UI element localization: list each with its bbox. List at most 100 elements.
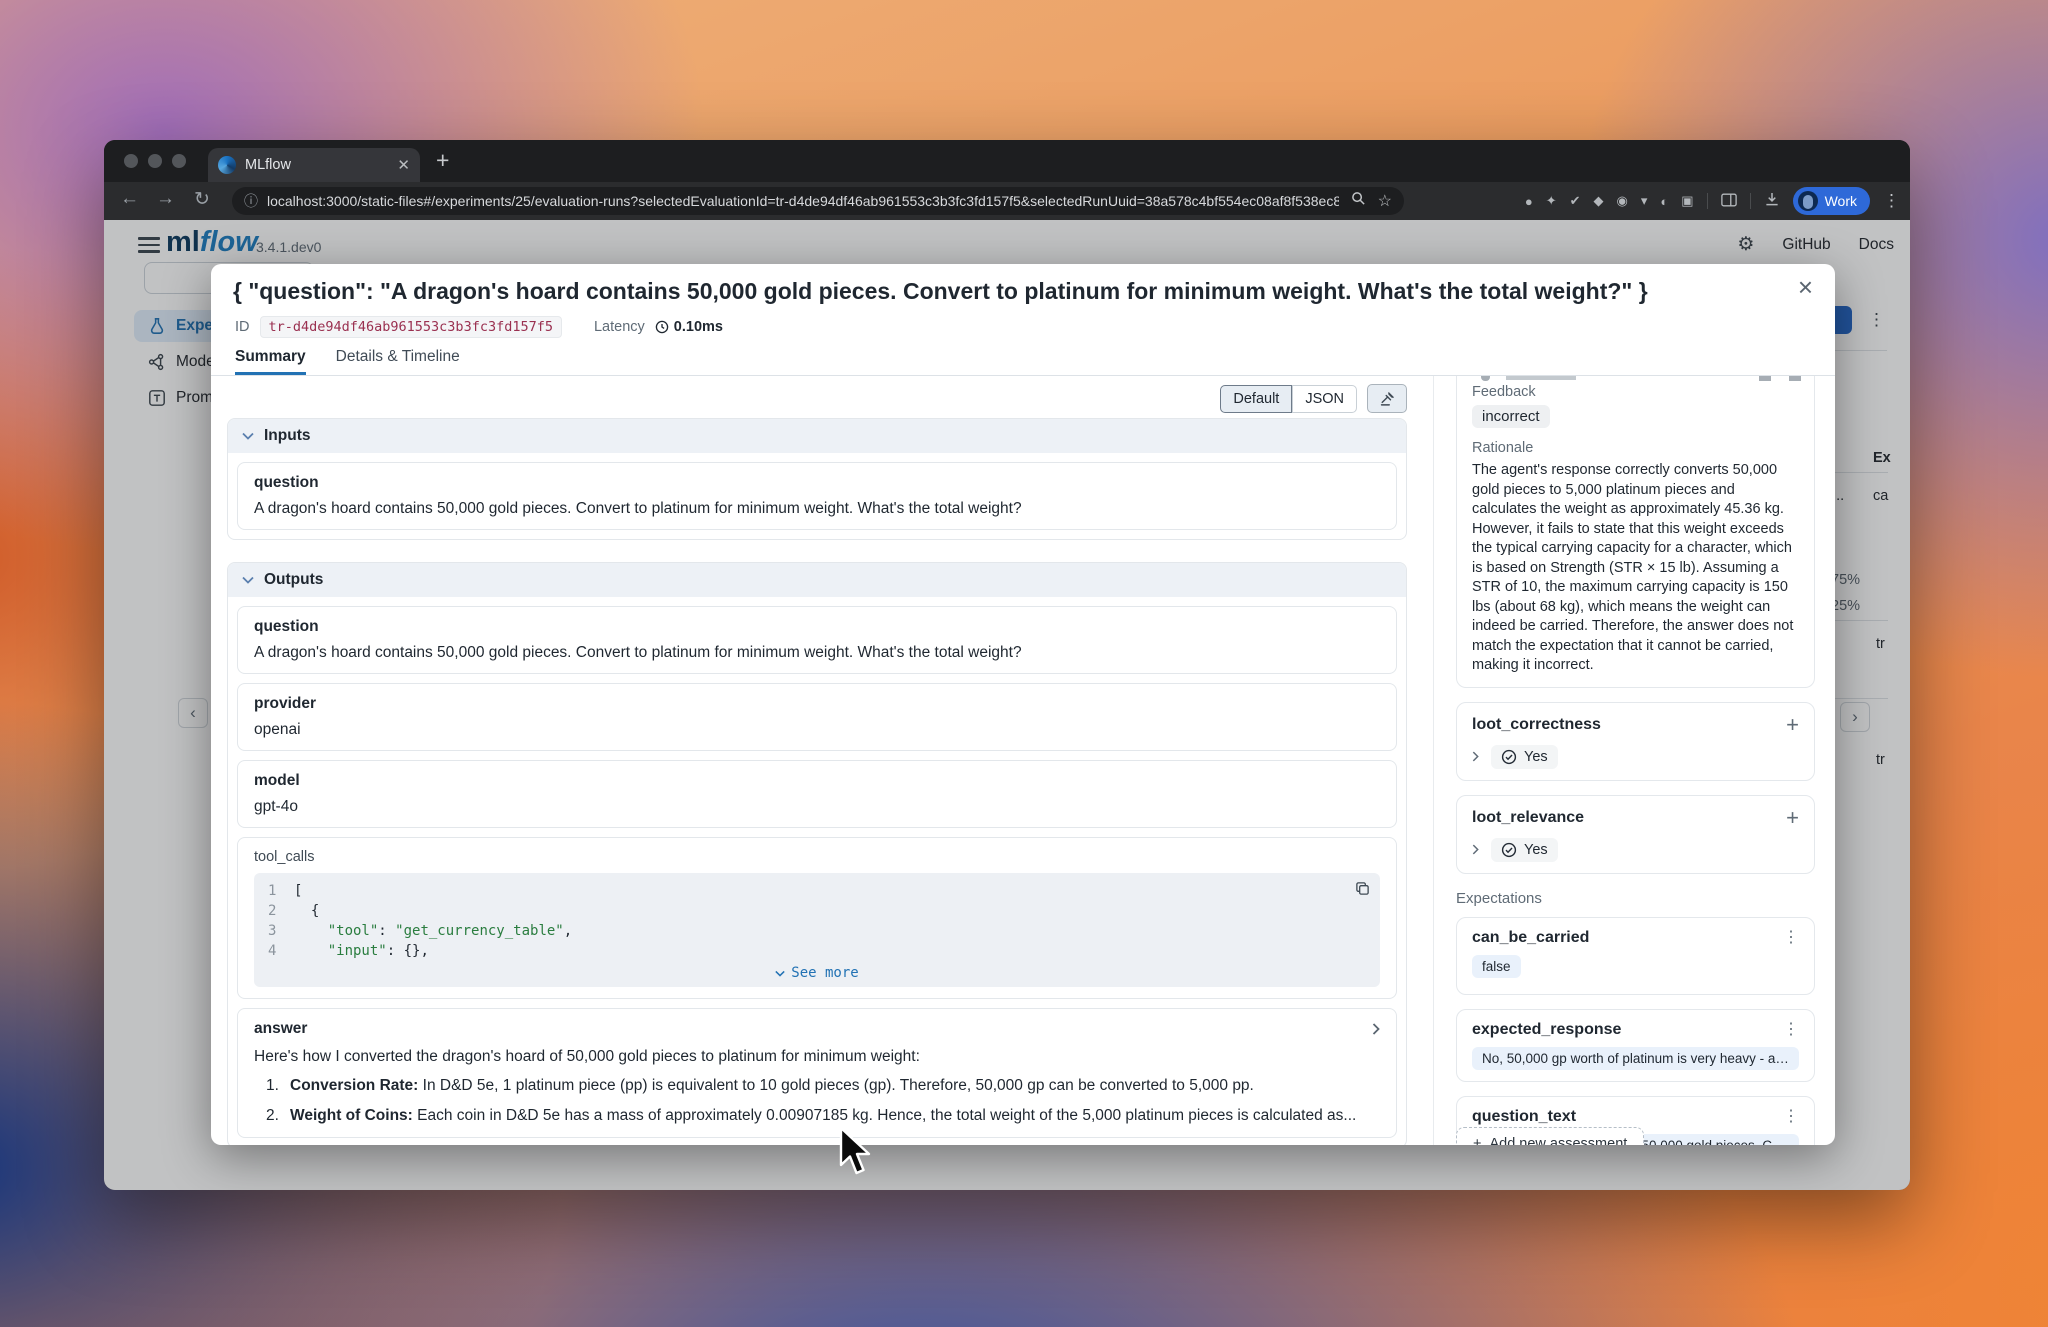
kebab-menu-icon[interactable]: ⋮ [1783,930,1799,946]
expectation-card-expected-response: expected_response ⋮ No, 50,000 gp worth … [1456,1009,1815,1082]
plus-icon[interactable]: + [1786,807,1799,829]
assessments-panel: Feedback incorrect Rationale The agent's… [1433,376,1835,1145]
reload-icon[interactable]: ↻ [194,188,210,211]
answer-intro: Here's how I converted the dragon's hoar… [254,1047,1380,1066]
extension-icon[interactable]: ◐ [1660,194,1668,209]
add-new-assessment-button[interactable]: + Add new assessment [1456,1127,1644,1145]
rationale-text: The agent's response correctly converts … [1472,461,1799,676]
window-controls [124,154,186,168]
window-close-button[interactable] [124,154,138,168]
field-label: provider [254,695,1380,713]
check-circle-icon [1501,842,1517,858]
mouse-cursor [838,1126,872,1176]
latency-label: Latency [594,319,645,335]
tab-close-icon[interactable]: ✕ [397,156,410,174]
new-tab-button[interactable]: + [436,147,449,174]
output-model-card: model gpt-4o [237,760,1397,828]
back-icon[interactable]: ← [120,188,139,210]
code-line: 3 "tool": "get_currency_table", [268,921,1366,941]
output-provider-card: provider openai [237,683,1397,751]
output-answer-card: answer Here's how I converted the dragon… [237,1008,1397,1138]
field-label: model [254,772,1380,790]
toolbar-separator [1750,193,1751,209]
field-value: openai [254,721,1380,739]
output-question-card: question A dragon's hoard contains 50,00… [237,606,1397,674]
gavel-icon [1379,390,1396,407]
kebab-menu-icon[interactable]: ⋮ [1783,1109,1799,1125]
extension-icon[interactable]: ✔ [1570,193,1581,209]
judge-name: loot_relevance [1472,809,1584,827]
browser-profile-chip[interactable]: Work [1793,187,1870,215]
field-label: question [254,618,1380,636]
tab-details-timeline[interactable]: Details & Timeline [336,348,460,375]
tab-title: MLflow [245,157,397,173]
extension-icon[interactable]: ▣ [1681,193,1693,209]
field-label: question [254,474,1380,492]
side-panel-icon[interactable] [1721,193,1737,210]
clipped-row-fragment [1506,376,1576,380]
code-line: 1 [ [268,881,1366,901]
browser-menu-icon[interactable]: ⋮ [1883,191,1900,211]
extension-icon[interactable]: ● [1525,194,1533,209]
expectation-value-badge: false [1472,955,1521,978]
extension-icon[interactable]: ◉ [1617,193,1628,209]
outputs-section: Outputs question A dragon's hoard contai… [227,562,1407,1145]
chevron-right-icon[interactable] [1472,751,1479,762]
profile-avatar [1798,191,1818,211]
address-bar[interactable]: ⓘ localhost:3000/static-files#/experimen… [232,187,1404,215]
inputs-section-header[interactable]: Inputs [228,419,1406,453]
window-minimize-button[interactable] [148,154,162,168]
close-icon[interactable]: × [1798,274,1813,300]
mlflow-page: mlflow 3.4.1.dev0 ⚙ GitHub Docs Expe [104,220,1910,1190]
modal-tabs: Summary Details & Timeline [235,348,460,375]
window-zoom-button[interactable] [172,154,186,168]
site-info-icon[interactable]: ⓘ [244,191,258,211]
kebab-menu-icon[interactable]: ⋮ [1783,1022,1799,1038]
view-default-button[interactable]: Default [1220,385,1292,413]
see-more-link[interactable]: See more [268,965,1366,981]
copy-icon[interactable] [1355,881,1370,900]
clock-icon [655,320,669,334]
zoom-page-icon[interactable] [1351,191,1366,211]
evaluation-detail-modal: { "question": "A dragon's hoard contains… [211,264,1835,1145]
plus-icon[interactable]: + [1786,714,1799,736]
expectation-value-badge: No, 50,000 gp worth of platinum is very … [1472,1047,1799,1070]
chevron-right-icon[interactable] [1372,1023,1380,1035]
assessments-toggle-button[interactable] [1367,384,1407,413]
modal-meta-row: ID tr-d4de94df46ab961553c3b3fc3fd157f5 L… [235,316,723,338]
trace-id-chip: tr-d4de94df46ab961553c3b3fc3fd157f5 [260,316,562,338]
feedback-value-badge: incorrect [1472,405,1550,428]
chevron-right-icon[interactable] [1472,844,1479,855]
browser-tab[interactable]: MLflow ✕ [208,148,420,182]
expectations-label: Expectations [1456,890,1835,907]
inputs-section-label: Inputs [264,427,311,445]
extension-icon[interactable]: ◆ [1594,193,1604,209]
judge-value-badge: Yes [1491,838,1558,862]
profile-label: Work [1825,193,1857,209]
tab-summary[interactable]: Summary [235,348,306,375]
forward-icon[interactable]: → [156,188,175,210]
expectation-card-can-be-carried: can_be_carried ⋮ false [1456,917,1815,995]
clipped-row-fragment [1759,376,1771,381]
view-json-button[interactable]: JSON [1292,385,1357,413]
plus-icon: + [1473,1136,1481,1145]
judge-card-loot-correctness: loot_correctness + Yes [1456,702,1815,781]
extension-icon[interactable]: ✦ [1546,193,1557,209]
answer-list-item: 1. Conversion Rate: In D&D 5e, 1 platinu… [254,1076,1380,1096]
modal-main-column: Default JSON [211,376,1433,1145]
rationale-label: Rationale [1472,440,1799,456]
answer-list-item: 2. Weight of Coins: Each coin in D&D 5e … [254,1106,1380,1126]
chevron-down-icon [242,432,254,440]
expectation-name: can_be_carried [1472,929,1589,947]
extensions-row: ● ✦ ✔ ◆ ◉ ▾ ◐ ▣ Work [1525,182,1900,220]
code-line: 4 "input": {}, [268,941,1366,961]
modal-title: { "question": "A dragon's hoard contains… [233,278,1765,305]
chevron-down-icon [242,576,254,584]
download-icon[interactable] [1764,192,1780,210]
clipped-row-fragment [1789,376,1801,381]
code-line: 2 { [268,901,1366,921]
outputs-section-header[interactable]: Outputs [228,563,1406,597]
bookmark-star-icon[interactable]: ☆ [1378,191,1392,211]
extension-icon[interactable]: ▾ [1641,193,1648,209]
feedback-card: Feedback incorrect Rationale The agent's… [1456,376,1815,688]
